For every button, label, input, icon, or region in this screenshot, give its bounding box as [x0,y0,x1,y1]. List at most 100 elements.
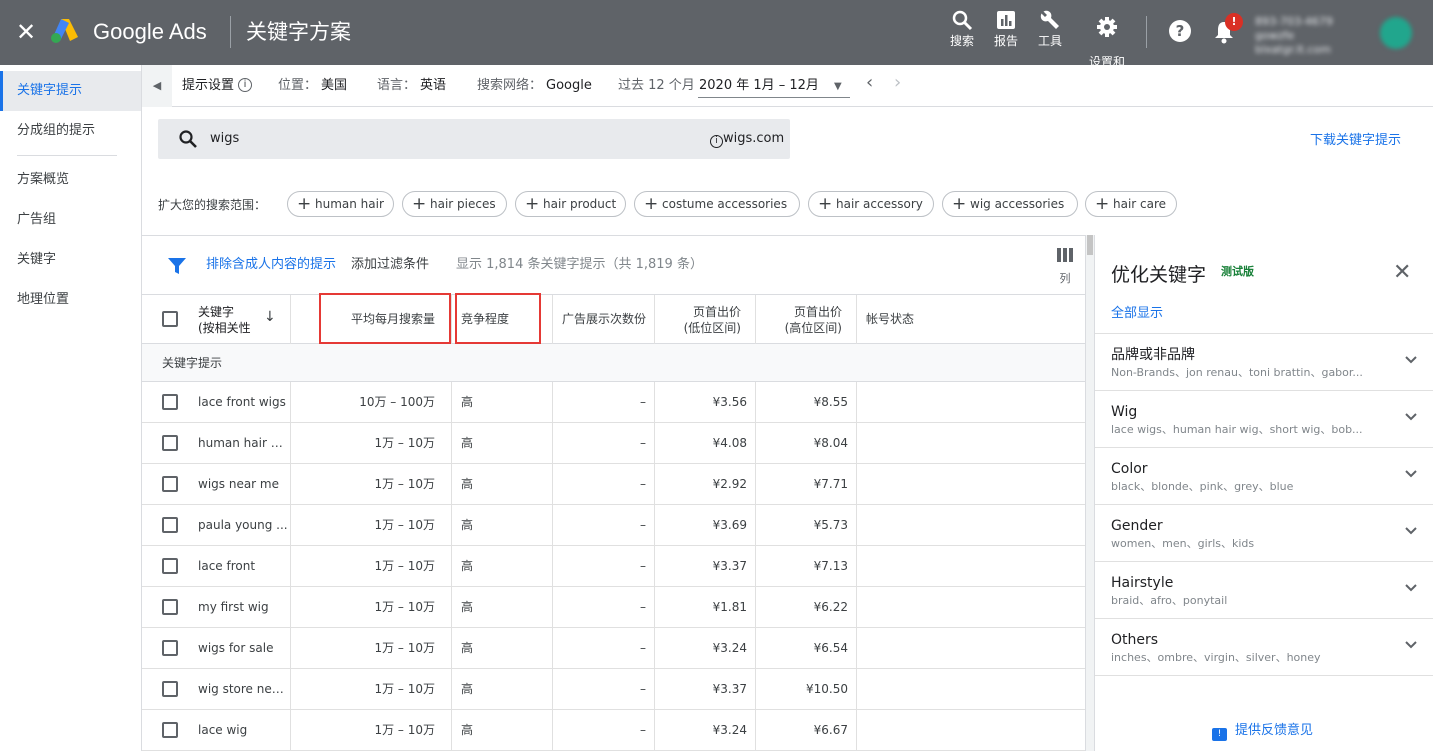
filter-icon[interactable] [168,258,186,274]
help-icon[interactable]: ? [1169,20,1191,42]
avatar[interactable] [1380,17,1412,49]
chip-hair-accessory[interactable]: + hair accessory [808,191,934,217]
close-icon[interactable]: ✕ [14,18,38,46]
search-tool-label: 搜索 [949,34,974,48]
category-values: lace wigs、human hair wig、short wig、bob..… [1111,423,1363,436]
dropdown-arrow-icon: ▼ [834,81,842,92]
keyword-search-field[interactable]: wigs i wigs.com [158,119,790,159]
language-value[interactable]: 英语 [420,77,446,95]
row-checkbox[interactable] [162,558,178,574]
scrollbar-thumb[interactable] [1087,235,1093,255]
chip-label: costume accessories [662,197,788,211]
bid-low-cell: ¥2.92 [654,464,755,504]
row-checkbox[interactable] [162,599,178,615]
row-checkbox[interactable] [162,394,178,410]
volume-cell: 1万 – 10万 [290,464,451,504]
table-scrollbar[interactable] [1085,235,1094,751]
keyword-cell[interactable]: wigs near me [198,464,290,504]
impression-share-cell: – [552,382,654,422]
close-icon[interactable]: ✕ [1393,260,1411,285]
row-checkbox[interactable] [162,435,178,451]
refine-category[interactable]: Wig lace wigs、human hair wig、short wig、bo… [1095,390,1433,447]
keyword-cell[interactable]: human hair wi... [198,423,290,463]
bid-high-cell: ¥6.67 [755,710,856,750]
row-checkbox[interactable] [162,476,178,492]
row-checkbox[interactable] [162,722,178,738]
chip-human-hair[interactable]: + human hair [287,191,394,217]
chip-hair-care[interactable]: + hair care [1085,191,1177,217]
search-tool-button[interactable]: 搜索 [946,8,978,48]
bid-high-cell: ¥5.73 [755,505,856,545]
reports-tool-button[interactable]: 报告 [990,8,1022,48]
select-all-checkbox[interactable] [162,311,178,327]
account-status-cell [856,464,1085,504]
settings-bar: ◀ 提示设置 i 位置： 美国 语言： 英语 搜索网络： Google 过去 1… [142,65,1433,107]
chip-hair-product[interactable]: + hair product [515,191,626,217]
network-value[interactable]: Google [546,77,592,95]
sidebar-item-keyword-ideas[interactable]: 关键字提示 [0,71,141,111]
tools-tool-button[interactable]: 工具 [1034,8,1066,48]
bid-high-cell: ¥6.54 [755,628,856,668]
row-checkbox[interactable] [162,640,178,656]
chip-label: human hair [315,197,384,211]
refine-category[interactable]: Color black、blonde、pink、grey、blue [1095,447,1433,504]
keyword-cell[interactable]: wig store near... [198,669,290,709]
exclude-adult-filter[interactable]: 排除含成人内容的提示 [206,256,336,274]
refine-category[interactable]: Hairstyle braid、afro、ponytail [1095,561,1433,618]
chip-wig-accessories[interactable]: + wig accessories [942,191,1078,217]
sidebar-item-plan-overview[interactable]: 方案概览 [0,160,141,200]
keyword-cell[interactable]: wigs for sale [198,628,290,668]
header-top-bid-low[interactable]: 页首出价 (低位区间) [654,295,755,344]
chevron-down-icon [1405,356,1417,364]
plus-icon: + [644,194,659,214]
chip-hair-pieces[interactable]: + hair pieces [402,191,507,217]
header-impression-share[interactable]: 广告展示次数份 [552,295,654,344]
account-email: blxatgr.lt.com [1255,43,1331,56]
next-period-icon[interactable]: › [894,74,901,92]
sidebar-item-keywords[interactable]: 关键字 [0,240,141,280]
competition-cell: 高 [451,546,552,586]
refine-category[interactable]: Gender women、men、girls、kids [1095,504,1433,561]
header-top-bid-high[interactable]: 页首出价 (高位区间) [755,295,856,344]
search-input[interactable]: wigs [210,131,239,147]
keyword-cell[interactable]: paula young ... [198,505,290,545]
keyword-cell[interactable]: lace front [198,546,290,586]
keyword-cell[interactable]: lace front wigs [198,382,290,422]
period-label: 过去 12 个月 [618,78,695,93]
gear-icon [1097,17,1117,37]
account-id: 893-703-4679 gowzfe [1255,15,1333,42]
date-range-select[interactable]: 2020 年 1月 – 12月 ▼ [698,76,850,98]
header-keyword[interactable]: 关键字 (按相关性 [198,295,290,344]
refine-category[interactable]: 品牌或非品牌 Non-Brands、jon renau、toni brattin、… [1095,333,1433,390]
sidebar-item-locations[interactable]: 地理位置 [0,280,141,320]
refine-category[interactable]: Others inches、ombre、virgin、silver、honey [1095,618,1433,675]
feedback-link[interactable]: ! 提供反馈意见 [1212,719,1313,741]
row-checkbox[interactable] [162,517,178,533]
network-label: 搜索网络： [477,78,543,93]
account-info[interactable]: 893-703-4679 gowzfe blxatgr.lt.com [1255,15,1370,57]
keyword-cell[interactable]: my first wig [198,587,290,627]
volume-cell: 10万 – 100万 [290,382,451,422]
chip-label: hair accessory [836,197,923,211]
sidebar-item-ad-groups[interactable]: 广告组 [0,200,141,240]
header-account-status[interactable]: 帐号状态 [856,295,1085,344]
sort-down-icon[interactable]: ↓ [264,309,276,325]
site-filter[interactable]: i wigs.com [710,131,784,148]
account-status-cell [856,546,1085,586]
chip-costume-accessories[interactable]: + costume accessories [634,191,800,217]
prev-period-icon[interactable]: ‹ [866,74,873,92]
category-name: Color [1111,461,1148,477]
info-icon: i [710,135,723,148]
row-checkbox[interactable] [162,681,178,697]
info-icon[interactable]: i [238,78,252,92]
competition-cell: 高 [451,710,552,750]
collapse-sidebar-button[interactable]: ◀ [142,65,172,107]
add-filter-button[interactable]: 添加过滤条件 [351,256,429,274]
location-value[interactable]: 美国 [321,77,347,95]
columns-button[interactable]: 列 [1055,248,1075,286]
top-app-bar: ✕ Google Ads 关键字方案 搜索 报告 工具 设置和 结算 ? ! 8… [0,0,1433,83]
sidebar-item-grouped-ideas[interactable]: 分成组的提示 [0,111,141,151]
download-keywords-link[interactable]: 下载关键字提示 [1310,132,1401,150]
keyword-cell[interactable]: lace wig [198,710,290,750]
show-all-link[interactable]: 全部显示 [1111,302,1163,321]
